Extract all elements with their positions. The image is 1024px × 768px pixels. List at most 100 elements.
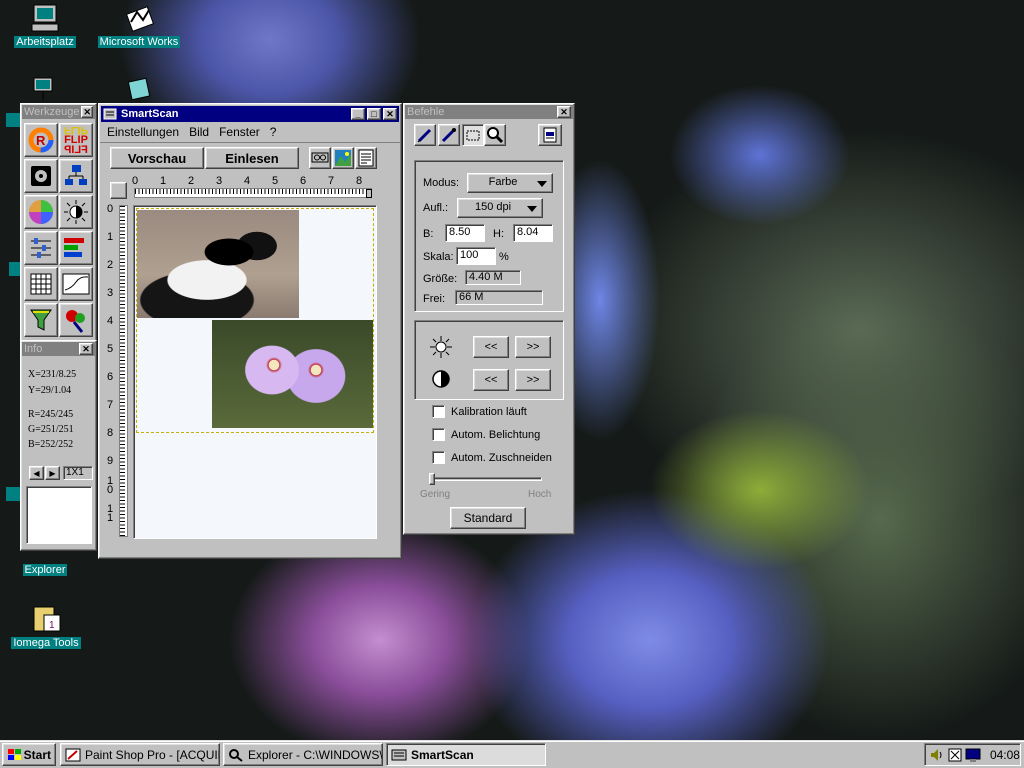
select-tool-button[interactable] bbox=[462, 124, 484, 146]
display-tray-icon[interactable] bbox=[965, 747, 981, 763]
werkzeuge-palette: Werkzeuge ✕ R FLIP FLIP FLIP bbox=[20, 103, 97, 343]
aufl-label: Aufl.: bbox=[423, 202, 449, 214]
rotate-tool-icon[interactable]: R bbox=[24, 123, 58, 157]
marquee-select-icon bbox=[466, 130, 480, 141]
menu-help[interactable]: ? bbox=[270, 125, 277, 139]
pen-icon bbox=[417, 128, 432, 143]
zoom-level: 1X1 bbox=[63, 466, 93, 480]
auto-exposure-checkbox[interactable] bbox=[432, 428, 445, 441]
werkzeuge-titlebar[interactable]: Werkzeuge ✕ bbox=[22, 105, 95, 119]
volume-icon[interactable] bbox=[929, 747, 945, 763]
zoom-prev-button[interactable]: ◀ bbox=[29, 466, 44, 480]
maximize-icon[interactable]: □ bbox=[367, 108, 381, 120]
auto-crop-checkbox[interactable] bbox=[432, 451, 445, 464]
standard-button[interactable]: Standard bbox=[450, 507, 526, 529]
start-button[interactable]: Start bbox=[2, 743, 56, 766]
contrast-increase-button[interactable]: >> bbox=[515, 369, 551, 391]
b-label: B: bbox=[423, 228, 434, 240]
h-label: H: bbox=[493, 228, 504, 240]
scan-button[interactable]: Einlesen bbox=[205, 147, 299, 169]
filter-tool-icon[interactable] bbox=[24, 303, 58, 337]
explorer-app-icon bbox=[229, 748, 243, 762]
levels-tool-icon[interactable] bbox=[24, 231, 58, 265]
width-field[interactable]: 8.50 bbox=[445, 224, 485, 242]
svg-text:R: R bbox=[36, 133, 46, 148]
windows-logo-icon bbox=[8, 748, 21, 760]
calibration-option[interactable]: Kalibration läuft bbox=[432, 405, 527, 418]
free-value: 66 M bbox=[455, 290, 543, 305]
befehle-panel: Befehle ✕ Modus: Farbe Aufl.: 150 dpi B:… bbox=[403, 103, 575, 535]
smartscan-titlebar[interactable]: SmartScan _ □ ✕ bbox=[101, 106, 399, 122]
clock[interactable]: 04:08 bbox=[990, 748, 1020, 762]
contrast-decrease-button[interactable]: << bbox=[473, 369, 509, 391]
skala-label: Skala: bbox=[423, 251, 454, 263]
grid-tool-icon[interactable] bbox=[24, 267, 58, 301]
percent-label: % bbox=[499, 251, 509, 263]
desktop-icon-microsoft-works[interactable]: Microsoft Works bbox=[94, 2, 184, 48]
menu-einstellungen[interactable]: Einstellungen bbox=[107, 125, 179, 139]
height-field[interactable]: 8.04 bbox=[513, 224, 553, 242]
auto-crop-option[interactable]: Autom. Zuschneiden bbox=[432, 451, 552, 464]
film-strip-button[interactable] bbox=[309, 147, 331, 169]
ruler-h-slider[interactable] bbox=[366, 189, 372, 198]
auto-exposure-option[interactable]: Autom. Belichtung bbox=[432, 428, 540, 441]
befehle-titlebar[interactable]: Befehle ✕ bbox=[405, 105, 573, 119]
info-titlebar[interactable]: Info ✕ bbox=[22, 342, 95, 356]
menu-bild[interactable]: Bild bbox=[189, 125, 209, 139]
smartscan-app-icon bbox=[103, 108, 117, 120]
chevron-down-icon bbox=[527, 206, 537, 212]
info-preview bbox=[26, 486, 92, 544]
eyedropper-icon bbox=[441, 128, 456, 143]
document-button[interactable] bbox=[355, 147, 377, 169]
network-tool-icon[interactable] bbox=[59, 159, 93, 193]
network-icon[interactable] bbox=[30, 76, 60, 102]
scanner-tray-icon[interactable] bbox=[948, 747, 962, 763]
modus-select[interactable]: Farbe bbox=[467, 173, 553, 193]
brightness-tool-icon[interactable] bbox=[59, 195, 93, 229]
zoom-tool-button[interactable] bbox=[484, 124, 506, 146]
scale-field[interactable]: 100 bbox=[456, 247, 496, 265]
histogram-tool-icon[interactable] bbox=[59, 231, 93, 265]
eyedropper-tool-button[interactable] bbox=[438, 124, 460, 146]
close-icon[interactable]: ✕ bbox=[383, 108, 397, 120]
curve-tool-icon[interactable] bbox=[59, 267, 93, 301]
task-smartscan[interactable]: SmartScan bbox=[386, 743, 546, 766]
task-paint-shop-pro[interactable]: Paint Shop Pro - [ACQUIRI... bbox=[60, 743, 220, 766]
scan-preview-area[interactable] bbox=[133, 205, 377, 539]
close-icon[interactable]: ✕ bbox=[81, 106, 93, 118]
scanner-tool-icon[interactable] bbox=[24, 159, 58, 193]
preview-button[interactable]: Vorschau bbox=[110, 147, 204, 169]
pen-tool-button[interactable] bbox=[414, 124, 436, 146]
menu-fenster[interactable]: Fenster bbox=[219, 125, 260, 139]
color-replace-tool-icon[interactable] bbox=[59, 303, 93, 337]
frei-label: Frei: bbox=[423, 293, 445, 305]
task-explorer[interactable]: Explorer - C:\WINDOWS\... bbox=[223, 743, 383, 766]
desktop-icon-iomega-tools[interactable]: 1 Iomega Tools bbox=[1, 603, 91, 649]
zoom-next-button[interactable]: ▶ bbox=[45, 466, 60, 480]
cat-photo bbox=[137, 210, 299, 318]
svg-text:1: 1 bbox=[49, 620, 55, 631]
aufl-select[interactable]: 150 dpi bbox=[457, 198, 543, 218]
desktop-label-fragment bbox=[6, 487, 20, 501]
magnifier-icon bbox=[487, 127, 504, 144]
desktop-icon-arbeitsplatz[interactable]: Arbeitsplatz bbox=[0, 2, 90, 48]
brightness-increase-button[interactable]: >> bbox=[515, 336, 551, 358]
close-icon[interactable]: ✕ bbox=[557, 106, 571, 118]
threshold-slider-thumb[interactable] bbox=[429, 473, 435, 485]
groesse-label: Größe: bbox=[423, 273, 458, 285]
calibration-checkbox[interactable] bbox=[432, 405, 445, 418]
cursor-position: X=231/8.25 Y=29/1.04 bbox=[28, 369, 77, 396]
slider-high-label: Hoch bbox=[528, 489, 552, 500]
desktop-label-fragment bbox=[6, 113, 20, 127]
paint-shop-pro-icon bbox=[65, 748, 81, 761]
notebook-icon[interactable] bbox=[124, 76, 154, 101]
color-wheel-tool-icon[interactable] bbox=[24, 195, 58, 229]
image-button[interactable] bbox=[332, 147, 354, 169]
close-icon[interactable]: ✕ bbox=[79, 343, 93, 355]
flip-tool-icon[interactable]: FLIP FLIP FLIP bbox=[59, 123, 93, 157]
threshold-slider-track[interactable] bbox=[430, 477, 542, 481]
save-settings-button[interactable] bbox=[538, 124, 562, 146]
ruler-origin-button[interactable] bbox=[110, 182, 127, 199]
brightness-decrease-button[interactable]: << bbox=[473, 336, 509, 358]
minimize-icon[interactable]: _ bbox=[351, 108, 365, 120]
